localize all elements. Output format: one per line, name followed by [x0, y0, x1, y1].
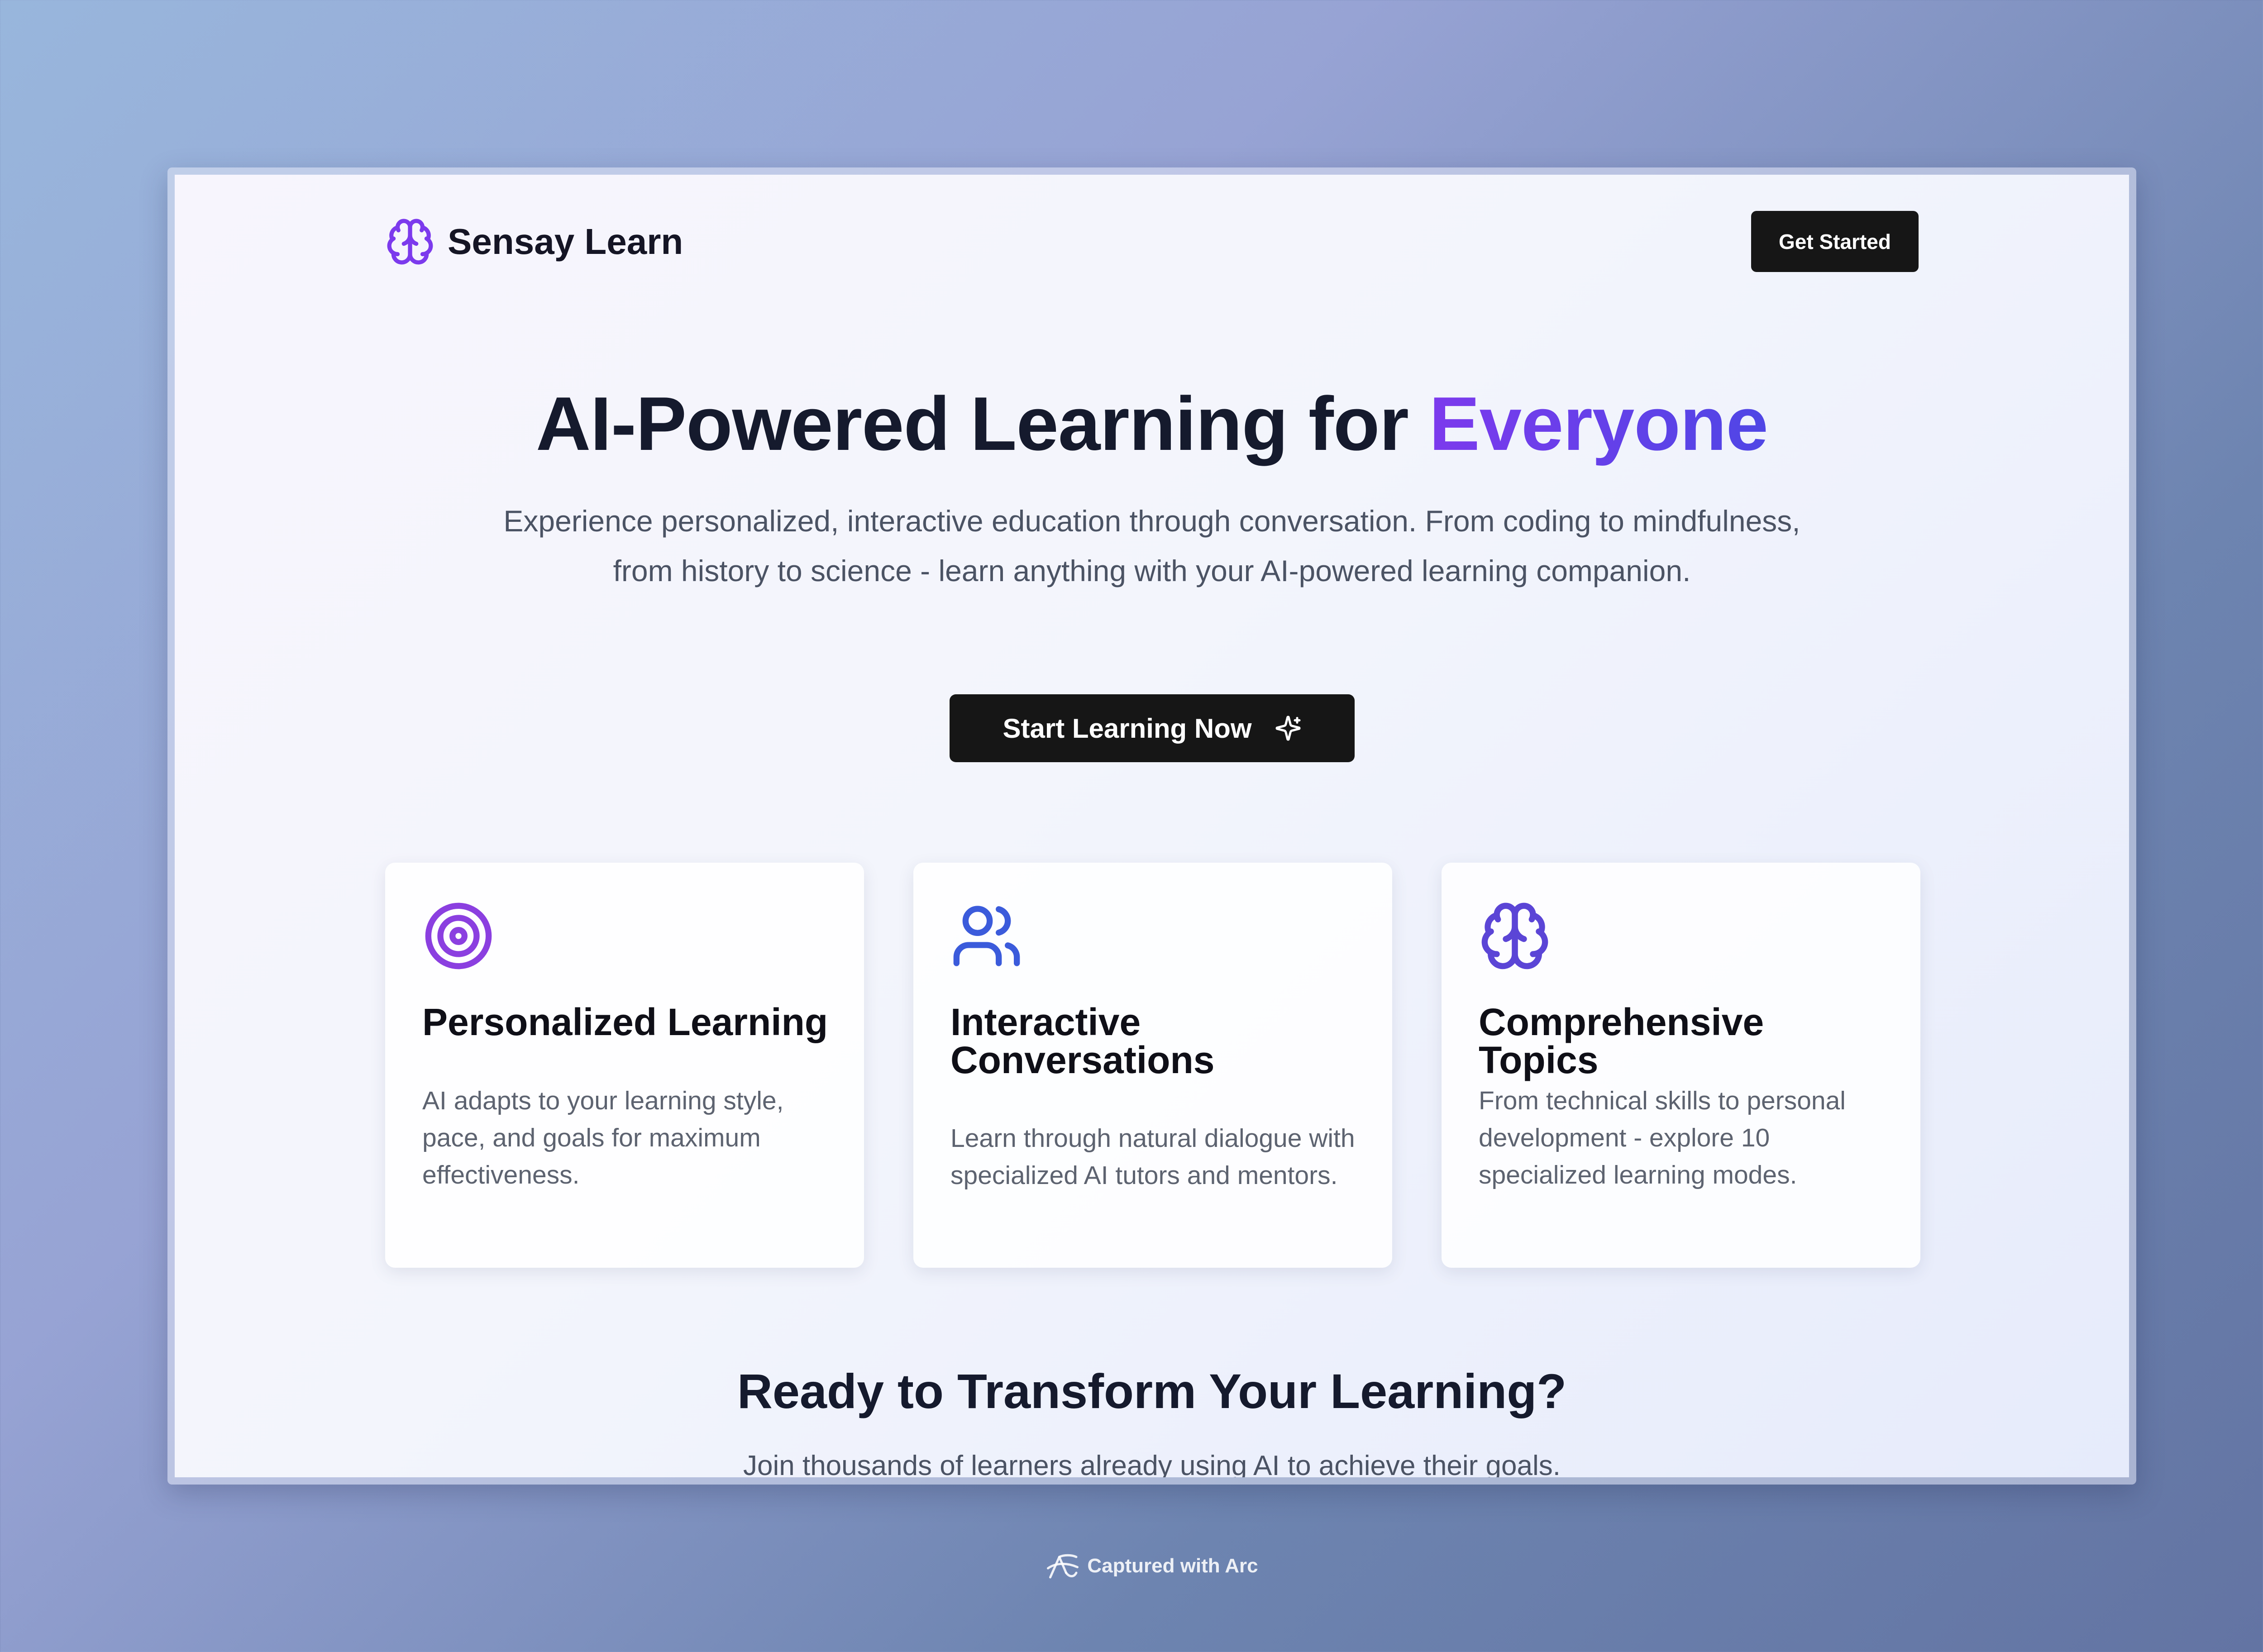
top-nav: Sensay Learn Get Started — [385, 211, 1919, 272]
feature-card-interactive: Interactive Conversations Learn through … — [913, 863, 1392, 1268]
start-learning-button[interactable]: Start Learning Now — [950, 694, 1355, 762]
users-icon — [950, 900, 1023, 972]
hero-title-accent: Everyone — [1429, 381, 1768, 466]
brand-name: Sensay Learn — [448, 221, 683, 262]
captured-with-arc: Captured with Arc — [0, 1550, 2263, 1582]
browser-window: Sensay Learn Get Started AI-Powered Lear… — [167, 167, 2136, 1485]
web-page: Sensay Learn Get Started AI-Powered Lear… — [175, 175, 2129, 1477]
feature-card-personalized: Personalized Learning AI adapts to your … — [385, 863, 864, 1268]
brand-logo-link[interactable]: Sensay Learn — [385, 211, 683, 272]
feature-description: AI adapts to your learning style, pace, … — [422, 1086, 784, 1189]
arc-icon — [1045, 1550, 1081, 1582]
feature-title: Interactive Conversations — [950, 1001, 1215, 1081]
captured-label: Captured with Arc — [1087, 1555, 1258, 1577]
feature-description: Learn through natural dialogue with spec… — [950, 1124, 1355, 1190]
feature-cards: Personalized Learning AI adapts to your … — [385, 863, 1920, 1268]
feature-title: Personalized Learning — [422, 1001, 828, 1043]
hero-title: AI-Powered Learning for Everyone — [175, 378, 2129, 470]
start-learning-label: Start Learning Now — [1003, 713, 1252, 744]
hero-title-main: AI-Powered Learning for — [536, 381, 1409, 466]
feature-title: Comprehensive Topics — [1479, 1001, 1764, 1081]
feature-card-comprehensive: Comprehensive Topics From technical skil… — [1442, 863, 1920, 1268]
brain-icon — [1479, 900, 1551, 972]
cta-section-subtitle: Join thousands of learners already using… — [743, 1450, 1561, 1477]
sparkles-icon — [1275, 715, 1302, 742]
target-icon — [422, 900, 495, 972]
cta-section-title: Ready to Transform Your Learning? — [737, 1364, 1567, 1418]
feature-description: From technical skills to personal develo… — [1479, 1086, 1846, 1189]
hero-subtitle: Experience personalized, interactive edu… — [503, 504, 1800, 587]
brain-icon — [385, 217, 435, 267]
get-started-button[interactable]: Get Started — [1751, 211, 1919, 272]
